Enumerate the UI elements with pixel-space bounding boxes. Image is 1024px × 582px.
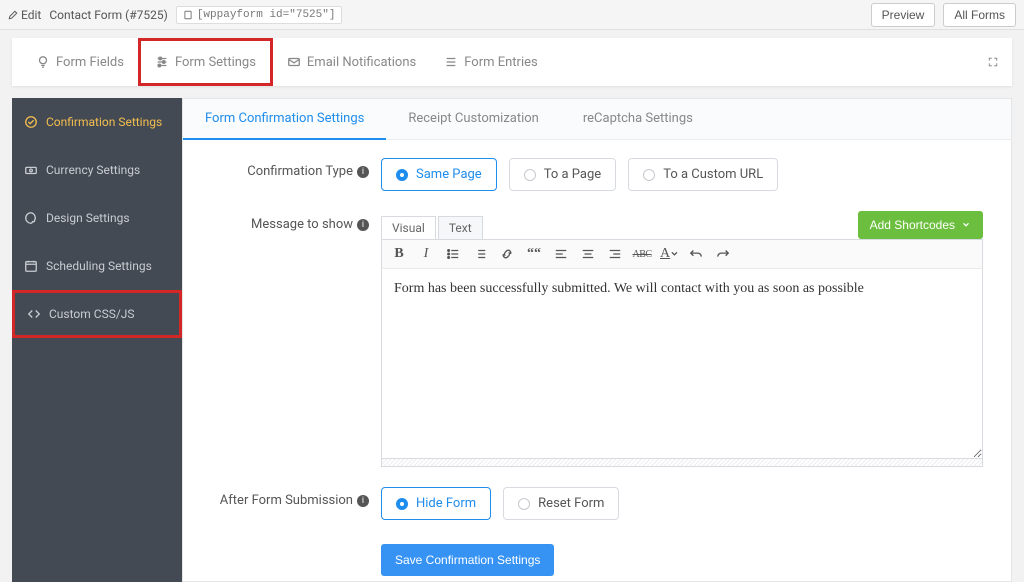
editor-tab-text[interactable]: Text — [438, 216, 483, 239]
message-editor[interactable]: Form has been successfully submitted. We… — [381, 269, 983, 459]
radio-icon — [396, 169, 408, 181]
rich-text-editor: Visual Text Add Shortcodes B I — [381, 211, 983, 467]
tab-label: Form Entries — [464, 55, 538, 70]
tab-form-fields[interactable]: Form Fields — [22, 38, 138, 86]
lightbulb-icon — [36, 55, 50, 69]
sidebar-item-label: Scheduling Settings — [46, 259, 152, 273]
align-center-icon[interactable] — [579, 245, 597, 263]
sidebar-item-label: Custom CSS/JS — [49, 307, 135, 321]
sidebar-item-scheduling[interactable]: Scheduling Settings — [12, 242, 182, 290]
tab-label: Form Fields — [56, 55, 124, 70]
settings-panel: Form Confirmation Settings Receipt Custo… — [182, 98, 1012, 582]
info-icon[interactable]: i — [357, 166, 369, 178]
confirmation-option-to-page[interactable]: To a Page — [509, 158, 616, 191]
edit-link[interactable]: Edit — [8, 8, 41, 22]
shortcode-text: [wppayform id="7525"] — [197, 9, 336, 21]
resize-handle[interactable] — [381, 459, 983, 467]
preview-button[interactable]: Preview — [871, 3, 936, 27]
fullscreen-icon[interactable] — [988, 55, 1002, 69]
list-icon — [444, 55, 458, 69]
check-circle-icon — [24, 115, 38, 129]
breadcrumb-bar: Edit Contact Form (#7525) [wppayform id=… — [0, 0, 1024, 30]
text-color-icon[interactable]: A — [660, 245, 678, 263]
editor-toolbar: B I ““ ABC A — [381, 239, 983, 269]
document-icon — [183, 10, 193, 20]
sidebar-item-currency[interactable]: Currency Settings — [12, 146, 182, 194]
sidebar-item-label: Confirmation Settings — [46, 115, 162, 129]
option-label: Reset Form — [538, 496, 604, 511]
radio-icon — [643, 169, 655, 181]
radio-icon — [396, 498, 408, 510]
subtab-bar: Form Confirmation Settings Receipt Custo… — [183, 99, 1011, 140]
subtab-form-confirmation[interactable]: Form Confirmation Settings — [183, 99, 386, 140]
strikethrough-icon[interactable]: ABC — [633, 245, 651, 263]
all-forms-button[interactable]: All Forms — [943, 3, 1016, 27]
bold-icon[interactable]: B — [390, 245, 408, 263]
bullet-list-icon[interactable] — [444, 245, 462, 263]
chevron-down-icon — [961, 220, 971, 230]
subtab-receipt-customization[interactable]: Receipt Customization — [386, 99, 561, 139]
radio-icon — [524, 169, 536, 181]
sidebar-item-label: Design Settings — [46, 211, 130, 225]
settings-sidebar: Confirmation Settings Currency Settings … — [12, 98, 182, 582]
sidebar-item-design[interactable]: Design Settings — [12, 194, 182, 242]
tab-form-settings[interactable]: Form Settings — [138, 38, 273, 86]
currency-icon — [24, 163, 38, 177]
add-shortcodes-button[interactable]: Add Shortcodes — [858, 211, 983, 239]
after-submit-option-reset[interactable]: Reset Form — [503, 487, 619, 520]
subtab-recaptcha[interactable]: reCaptcha Settings — [561, 99, 715, 139]
sidebar-item-label: Currency Settings — [46, 163, 140, 177]
sidebar-item-custom-css-js[interactable]: Custom CSS/JS — [12, 290, 182, 338]
after-submit-option-hide[interactable]: Hide Form — [381, 487, 491, 520]
tab-label: Email Notifications — [307, 55, 416, 70]
align-right-icon[interactable] — [606, 245, 624, 263]
option-label: Hide Form — [416, 496, 476, 511]
tab-email-notifications[interactable]: Email Notifications — [273, 38, 430, 86]
confirmation-option-same-page[interactable]: Same Page — [381, 158, 497, 191]
main-tabs: Form Fields Form Settings Email Notifica… — [12, 38, 1012, 86]
edit-link-label: Edit — [21, 8, 41, 22]
blockquote-icon[interactable]: ““ — [525, 245, 543, 263]
palette-icon — [24, 211, 38, 225]
editor-tab-visual[interactable]: Visual — [381, 216, 436, 239]
info-icon[interactable]: i — [357, 495, 369, 507]
tab-form-entries[interactable]: Form Entries — [430, 38, 552, 86]
button-label: Add Shortcodes — [870, 218, 955, 232]
mail-icon — [287, 55, 301, 69]
confirmation-option-to-url[interactable]: To a Custom URL — [628, 158, 778, 191]
ordered-list-icon[interactable] — [471, 245, 489, 263]
message-label: Message to show — [251, 217, 353, 232]
tab-label: Form Settings — [175, 55, 256, 70]
sidebar-item-confirmation[interactable]: Confirmation Settings — [12, 98, 182, 146]
option-label: Same Page — [416, 167, 482, 182]
save-button[interactable]: Save Confirmation Settings — [381, 544, 554, 576]
shortcode-chip[interactable]: [wppayform id="7525"] — [176, 6, 343, 24]
confirmation-type-label: Confirmation Type — [247, 164, 353, 179]
sliders-icon — [155, 55, 169, 69]
undo-icon[interactable] — [687, 245, 705, 263]
align-left-icon[interactable] — [552, 245, 570, 263]
option-label: To a Custom URL — [663, 167, 763, 182]
radio-icon — [518, 498, 530, 510]
redo-icon[interactable] — [714, 245, 732, 263]
code-icon — [27, 307, 41, 321]
pencil-icon — [8, 10, 18, 20]
option-label: To a Page — [544, 167, 601, 182]
info-icon[interactable]: i — [357, 219, 369, 231]
after-submit-label: After Form Submission — [220, 493, 353, 508]
page-title: Contact Form (#7525) — [49, 8, 168, 22]
link-icon[interactable] — [498, 245, 516, 263]
italic-icon[interactable]: I — [417, 245, 435, 263]
calendar-icon — [24, 259, 38, 273]
